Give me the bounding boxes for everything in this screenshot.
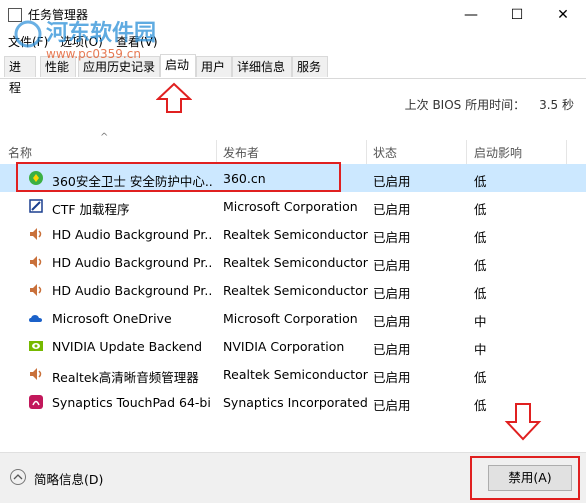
annotation-highlight-box: [16, 162, 341, 192]
minimize-button[interactable]: —: [448, 0, 494, 30]
watermark-name: 河东软件园: [46, 20, 156, 46]
row-status: 已启用: [373, 342, 411, 357]
speaker-icon: [30, 368, 42, 380]
column-impact[interactable]: 启动影响: [474, 144, 522, 164]
row-impact: 中: [474, 342, 487, 357]
table-row[interactable]: HD Audio Background Pr... Realtek Semico…: [0, 248, 586, 276]
tab-services[interactable]: 服务: [292, 56, 328, 77]
close-button[interactable]: ✕: [540, 0, 586, 30]
row-impact: 低: [474, 286, 487, 301]
column-status[interactable]: 状态: [373, 144, 397, 164]
row-impact: 低: [474, 370, 487, 385]
column-publisher[interactable]: 发布者: [223, 144, 259, 164]
ctf-icon: [29, 199, 43, 213]
annotation-up-arrow-icon: [156, 82, 192, 113]
row-status: 已启用: [373, 398, 411, 413]
fewer-details-link[interactable]: 简略信息(D): [34, 469, 103, 488]
tab-details[interactable]: 详细信息: [232, 56, 292, 77]
row-name: HD Audio Background Pr...: [52, 227, 212, 242]
chevron-up-icon[interactable]: [10, 469, 26, 485]
table-row[interactable]: NVIDIA Update Backend NVIDIA Corporation…: [0, 332, 586, 360]
row-name: Microsoft OneDrive: [52, 311, 172, 326]
maximize-button[interactable]: ☐: [494, 0, 540, 30]
annotation-button-box: [470, 456, 580, 500]
watermark-url: www.pc0359.cn: [46, 47, 141, 61]
annotation-down-arrow-icon: [504, 403, 542, 441]
bios-time: 上次 BIOS 所用时间： 3.5 秒: [405, 96, 574, 113]
synaptics-icon: [29, 395, 43, 409]
watermark-logo: 河东软件园 www.pc0359.cn: [14, 20, 156, 61]
row-impact: 低: [474, 258, 487, 273]
table-row[interactable]: CTF 加载程序 Microsoft Corporation 已启用 低: [0, 192, 586, 220]
row-impact: 低: [474, 230, 487, 245]
row-name: Realtek高清晰音频管理器: [52, 370, 199, 385]
table-row[interactable]: Microsoft OneDrive Microsoft Corporation…: [0, 304, 586, 332]
table-row[interactable]: Realtek高清晰音频管理器 Realtek Semiconductor 已启…: [0, 360, 586, 388]
row-publisher: NVIDIA Corporation: [223, 339, 345, 354]
row-publisher: Realtek Semiconductor: [223, 367, 368, 382]
row-name: Synaptics TouchPad 64-bi...: [52, 395, 212, 410]
bios-label: 上次 BIOS 所用时间：: [404, 98, 526, 112]
cloud-icon: [29, 315, 42, 322]
speaker-icon: [30, 256, 42, 268]
row-impact: 低: [474, 174, 487, 189]
row-publisher: Realtek Semiconductor: [223, 227, 368, 242]
row-publisher: Microsoft Corporation: [223, 311, 358, 326]
row-name: HD Audio Background Pr...: [52, 283, 212, 298]
row-status: 已启用: [373, 258, 411, 273]
row-publisher: Realtek Semiconductor: [223, 255, 368, 270]
row-status: 已启用: [373, 202, 411, 217]
row-publisher: Synaptics Incorporated: [223, 395, 368, 410]
table-row[interactable]: HD Audio Background Pr... Realtek Semico…: [0, 276, 586, 304]
row-status: 已启用: [373, 314, 411, 329]
speaker-icon: [30, 228, 42, 240]
row-publisher: Realtek Semiconductor: [223, 283, 368, 298]
table-row[interactable]: HD Audio Background Pr... Realtek Semico…: [0, 220, 586, 248]
row-name: HD Audio Background Pr...: [52, 255, 212, 270]
row-status: 已启用: [373, 286, 411, 301]
row-name: CTF 加载程序: [52, 202, 130, 217]
speaker-icon: [30, 284, 42, 296]
row-status: 已启用: [373, 370, 411, 385]
row-status: 已启用: [373, 174, 411, 189]
row-impact: 低: [474, 202, 487, 217]
nvidia-icon: [29, 341, 43, 351]
row-status: 已启用: [373, 230, 411, 245]
row-impact: 中: [474, 314, 487, 329]
column-name[interactable]: 名称: [8, 144, 32, 164]
row-publisher: Microsoft Corporation: [223, 199, 358, 214]
row-name: NVIDIA Update Backend: [52, 339, 203, 354]
bios-value: 3.5 秒: [539, 98, 574, 112]
table-row[interactable]: Synaptics TouchPad 64-bi... Synaptics In…: [0, 388, 586, 416]
